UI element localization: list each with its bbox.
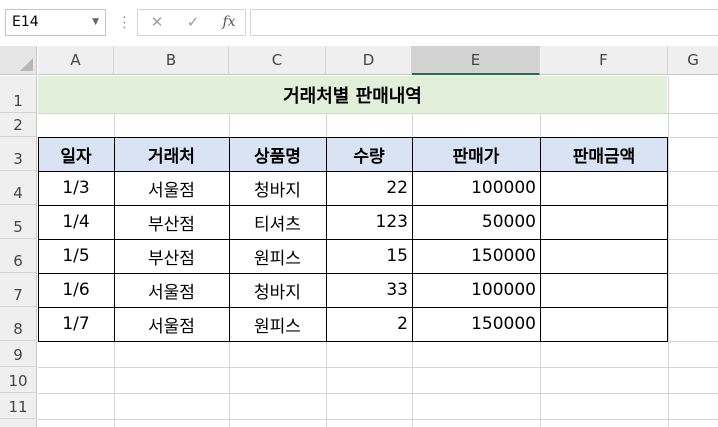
enter-icon[interactable]: ✓	[178, 10, 208, 35]
formula-buttons: ✕ ✓ fx	[137, 9, 246, 36]
column-header-g[interactable]: G	[668, 46, 718, 75]
table-border	[38, 239, 668, 240]
table-cell[interactable]	[540, 171, 668, 205]
gridline	[668, 76, 669, 427]
table-cell[interactable]: 청바지	[229, 171, 326, 205]
table-border	[540, 137, 541, 342]
formula-bar: E14 ▼ ⋮ ✕ ✓ fx	[0, 0, 718, 46]
table-cell[interactable]: 123	[326, 205, 412, 239]
header-cell-product[interactable]: 상품명	[229, 137, 326, 171]
name-box[interactable]: E14 ▼	[5, 9, 106, 36]
row-header-1[interactable]: 1	[0, 76, 37, 113]
table-cell[interactable]: 100000	[412, 171, 540, 205]
table-cell[interactable]: 150000	[412, 307, 540, 341]
table-cell[interactable]: 부산점	[114, 239, 229, 273]
table-cell[interactable]: 1/4	[38, 205, 114, 239]
chevron-down-icon[interactable]: ▼	[92, 10, 99, 35]
table-cell[interactable]: 100000	[412, 273, 540, 307]
column-header-e[interactable]: E	[412, 46, 540, 75]
row-header-5[interactable]: 5	[0, 205, 37, 239]
table-border	[38, 205, 668, 206]
table-cell[interactable]: 2	[326, 307, 412, 341]
table-cell[interactable]: 원피스	[229, 307, 326, 341]
table-cell[interactable]: 33	[326, 273, 412, 307]
select-all-button[interactable]	[0, 46, 37, 75]
insert-function-icon[interactable]: fx	[214, 10, 244, 35]
table-border	[38, 341, 668, 342]
cancel-icon[interactable]: ✕	[142, 10, 172, 35]
table-cell[interactable]	[540, 273, 668, 307]
header-cell-client[interactable]: 거래처	[114, 137, 229, 171]
gridline	[668, 273, 718, 274]
gridline	[668, 171, 718, 172]
table-border	[667, 137, 668, 342]
table-cell[interactable]: 서울점	[114, 171, 229, 205]
header-cell-amount[interactable]: 판매금액	[540, 137, 668, 171]
column-header-a[interactable]: A	[38, 46, 114, 75]
row-header-8[interactable]: 8	[0, 307, 37, 341]
select-all-icon	[20, 58, 33, 71]
gridline	[38, 419, 718, 420]
gridline	[668, 307, 718, 308]
gridline	[38, 367, 718, 368]
row-header-7[interactable]: 7	[0, 273, 37, 307]
table-cell[interactable]: 청바지	[229, 273, 326, 307]
table-cell[interactable]	[540, 239, 668, 273]
row-header-2[interactable]: 2	[0, 113, 37, 137]
table-border	[38, 307, 668, 308]
table-cell[interactable]: 150000	[412, 239, 540, 273]
formula-input[interactable]	[250, 9, 718, 36]
table-border	[38, 137, 668, 138]
table-cell[interactable]: 1/7	[38, 307, 114, 341]
table-cell[interactable]	[540, 205, 668, 239]
column-header-c[interactable]: C	[229, 46, 326, 75]
row-header-6[interactable]: 6	[0, 239, 37, 273]
table-border	[326, 137, 327, 342]
table-border	[38, 273, 668, 274]
row-header-9[interactable]: 9	[0, 341, 37, 367]
table-border	[114, 137, 115, 342]
column-header-b[interactable]: B	[114, 46, 229, 75]
table-border	[38, 171, 668, 172]
header-cell-price[interactable]: 판매가	[412, 137, 540, 171]
row-header-4[interactable]: 4	[0, 171, 37, 205]
drag-handle-icon[interactable]: ⋮	[117, 11, 132, 33]
gridline	[38, 393, 718, 394]
column-header-f[interactable]: F	[540, 46, 668, 75]
table-cell[interactable]: 서울점	[114, 273, 229, 307]
table-cell[interactable]: 부산점	[114, 205, 229, 239]
table-cell[interactable]: 서울점	[114, 307, 229, 341]
table-cell[interactable]: 22	[326, 171, 412, 205]
gridline	[668, 113, 718, 114]
table-cell[interactable]: 15	[326, 239, 412, 273]
table-border	[38, 137, 39, 342]
header-cell-quantity[interactable]: 수량	[326, 137, 412, 171]
name-box-value: E14	[12, 14, 39, 30]
table-cell[interactable]: 1/5	[38, 239, 114, 273]
gridline	[668, 239, 718, 240]
table-border	[412, 137, 413, 342]
table-cell[interactable]: 티셔츠	[229, 205, 326, 239]
table-cell[interactable]: 1/3	[38, 171, 114, 205]
sheet-title[interactable]: 거래처별 판매내역	[38, 76, 667, 113]
row-header-11[interactable]: 11	[0, 393, 37, 419]
gridline	[38, 113, 718, 114]
table-border	[229, 137, 230, 342]
row-header-10[interactable]: 10	[0, 367, 37, 393]
row-header-3[interactable]: 3	[0, 137, 37, 171]
table-cell[interactable]: 50000	[412, 205, 540, 239]
gridline	[668, 341, 718, 342]
row-header-12[interactable]	[0, 419, 37, 427]
header-cell-date[interactable]: 일자	[38, 137, 114, 171]
gridline	[668, 205, 718, 206]
table-cell[interactable]: 1/6	[38, 273, 114, 307]
table-cell[interactable]: 원피스	[229, 239, 326, 273]
column-header-d[interactable]: D	[326, 46, 412, 75]
table-cell[interactable]	[540, 307, 668, 341]
